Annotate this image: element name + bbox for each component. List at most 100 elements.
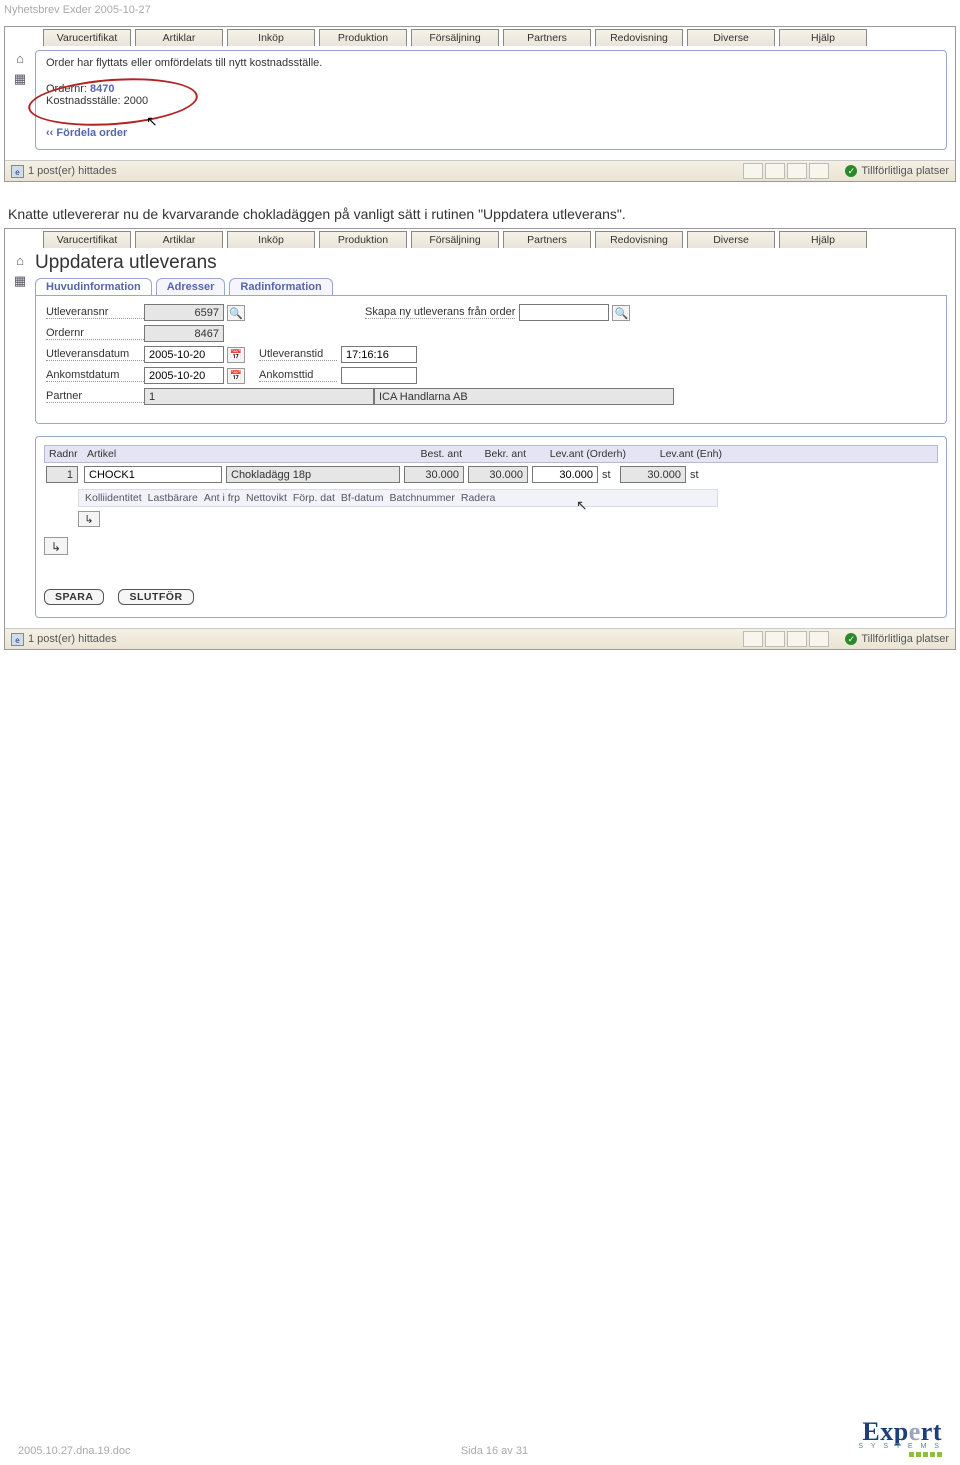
- partner-label: Partner: [46, 390, 144, 403]
- menu-diverse[interactable]: Diverse: [687, 29, 775, 46]
- artikel-name-field[interactable]: [226, 466, 400, 483]
- menu2-hjalp[interactable]: Hjälp: [779, 231, 867, 248]
- col-artikel: Artikel: [83, 448, 403, 460]
- action-bar: SPARA SLUTFÖR: [44, 589, 938, 605]
- calendar-icon[interactable]: 📅: [227, 368, 245, 384]
- lev-orderh-field[interactable]: [532, 466, 598, 483]
- col-best: Best. ant: [403, 448, 467, 460]
- spara-button[interactable]: SPARA: [44, 589, 104, 605]
- doc-header: Nyhetsbrev Exder 2005-10-27: [0, 0, 960, 24]
- sub-kolli: Kolliidentitet: [85, 492, 142, 504]
- utleveransdatum-label: Utleveransdatum: [46, 348, 144, 361]
- menu-hjalp[interactable]: Hjälp: [779, 29, 867, 46]
- kostnad-line: Kostnadsställe: 2000: [46, 95, 936, 107]
- search-icon[interactable]: 🔍: [227, 305, 245, 321]
- status-left-text: 1 post(er) hittades: [28, 165, 117, 177]
- page-title: Uppdatera utleverans: [35, 252, 947, 274]
- grid-header: Radnr Artikel Best. ant Bekr. ant Lev.an…: [44, 445, 938, 463]
- statusbar-2: e 1 post(er) hittades ✓ Tillförlitliga p…: [5, 628, 955, 649]
- ankomstdatum-label: Ankomstdatum: [46, 369, 144, 382]
- grid-panel: Radnr Artikel Best. ant Bekr. ant Lev.an…: [35, 436, 947, 618]
- footer-filename: 2005.10.27.dna.19.doc: [18, 1445, 131, 1457]
- narrative-text: Knatte utlevererar nu de kvarvarande cho…: [0, 192, 960, 226]
- utleveransnr-label: Utleveransnr: [46, 306, 144, 319]
- sub-lastbarare: Lastbärare: [148, 492, 198, 504]
- form-tabs: Huvudinformation Adresser Radinformation: [35, 278, 947, 296]
- menubar-1: Varucertifikat Artiklar Inköp Produktion…: [5, 27, 955, 46]
- menu-inkop[interactable]: Inköp: [227, 29, 315, 46]
- tab-adresser[interactable]: Adresser: [156, 278, 226, 295]
- tab-huvudinformation[interactable]: Huvudinformation: [35, 278, 152, 295]
- add-row-icon[interactable]: ↳: [44, 537, 68, 555]
- sub-bfdatum: Bf-datum: [341, 492, 384, 504]
- menu2-varucertifikat[interactable]: Varucertifikat: [43, 231, 131, 248]
- trusted-check-icon: ✓: [845, 633, 857, 645]
- calendar-icon[interactable]: 📅: [227, 347, 245, 363]
- menu2-inkop[interactable]: Inköp: [227, 231, 315, 248]
- window-fordela-result: Varucertifikat Artiklar Inköp Produktion…: [4, 26, 956, 182]
- search-icon[interactable]: 🔍: [612, 305, 630, 321]
- sub-nettovikt: Nettovikt: [246, 492, 287, 504]
- col-radnr: Radnr: [45, 448, 83, 460]
- ordernr-label: Ordernr:: [46, 83, 87, 95]
- table-row: st st: [44, 466, 938, 483]
- partner-name-field[interactable]: [374, 388, 674, 405]
- menu-produktion[interactable]: Produktion: [319, 29, 407, 46]
- kostnad-value: 2000: [124, 95, 148, 107]
- menu-forsaljning[interactable]: Försäljning: [411, 29, 499, 46]
- sub-antifrp: Ant i frp: [204, 492, 240, 504]
- fordela-order-link[interactable]: ‹‹ Fördela order: [46, 127, 936, 139]
- bekr-ant-field[interactable]: [468, 466, 528, 483]
- ankomsttid-field[interactable]: [341, 367, 417, 384]
- utleveransnr-field[interactable]: [144, 304, 224, 321]
- status-right-text: Tillförlitliga platser: [861, 633, 949, 645]
- skapa-order-field[interactable]: [519, 304, 609, 321]
- home-icon[interactable]: ⌂: [12, 52, 28, 66]
- radnr-field[interactable]: [46, 466, 78, 483]
- kostnad-label: Kostnadsställe:: [46, 95, 121, 107]
- left-rail-1: ⌂ ▦: [5, 46, 35, 160]
- page-icon: e: [11, 633, 24, 646]
- tab-radinformation[interactable]: Radinformation: [229, 278, 332, 295]
- home-icon[interactable]: ⌂: [12, 254, 28, 268]
- trusted-check-icon: ✓: [845, 165, 857, 177]
- partner-id-field[interactable]: [144, 388, 374, 405]
- window-uppdatera-utleverans: Varucertifikat Artiklar Inköp Produktion…: [4, 228, 956, 650]
- artikel-code-field[interactable]: [84, 466, 222, 483]
- menu-varucertifikat[interactable]: Varucertifikat: [43, 29, 131, 46]
- menu-partners[interactable]: Partners: [503, 29, 591, 46]
- utleveranstid-label: Utleveranstid: [259, 348, 337, 361]
- menu2-redovisning[interactable]: Redovisning: [595, 231, 683, 248]
- col-lev-orderh: Lev.ant (Orderh): [531, 448, 631, 460]
- ankomstdatum-field[interactable]: [144, 367, 224, 384]
- sub-radera: Radera: [461, 492, 495, 504]
- grid-icon[interactable]: ▦: [12, 72, 28, 86]
- ordernr-value: 8470: [90, 83, 114, 95]
- status-boxes: [743, 163, 829, 179]
- grid-icon[interactable]: ▦: [12, 274, 28, 288]
- menu2-artiklar[interactable]: Artiklar: [135, 231, 223, 248]
- unit2: st: [688, 469, 706, 481]
- subrow-header: Kolliidentitet Lastbärare Ant i frp Nett…: [78, 489, 718, 507]
- page-icon: e: [11, 165, 24, 178]
- best-ant-field[interactable]: [404, 466, 464, 483]
- footer-page: Sida 16 av 31: [461, 1445, 528, 1457]
- slutfor-button[interactable]: SLUTFÖR: [118, 589, 193, 605]
- col-bekr: Bekr. ant: [467, 448, 531, 460]
- menu2-produktion[interactable]: Produktion: [319, 231, 407, 248]
- statusbar-1: e 1 post(er) hittades ✓ Tillförlitliga p…: [5, 160, 955, 181]
- status-right-text: Tillförlitliga platser: [861, 165, 949, 177]
- expand-row-icon[interactable]: ↳: [78, 511, 100, 527]
- lev-enh-field[interactable]: [620, 466, 686, 483]
- menu-artiklar[interactable]: Artiklar: [135, 29, 223, 46]
- menu2-forsaljning[interactable]: Försäljning: [411, 231, 499, 248]
- menu2-diverse[interactable]: Diverse: [687, 231, 775, 248]
- menu-redovisning[interactable]: Redovisning: [595, 29, 683, 46]
- utleveransdatum-field[interactable]: [144, 346, 224, 363]
- utleveranstid-field[interactable]: [341, 346, 417, 363]
- status-left-text: 1 post(er) hittades: [28, 633, 117, 645]
- sub-forpdat: Förp. dat: [293, 492, 335, 504]
- menu2-partners[interactable]: Partners: [503, 231, 591, 248]
- ordernr-field[interactable]: [144, 325, 224, 342]
- skapa-label: Skapa ny utleverans från order: [365, 306, 515, 319]
